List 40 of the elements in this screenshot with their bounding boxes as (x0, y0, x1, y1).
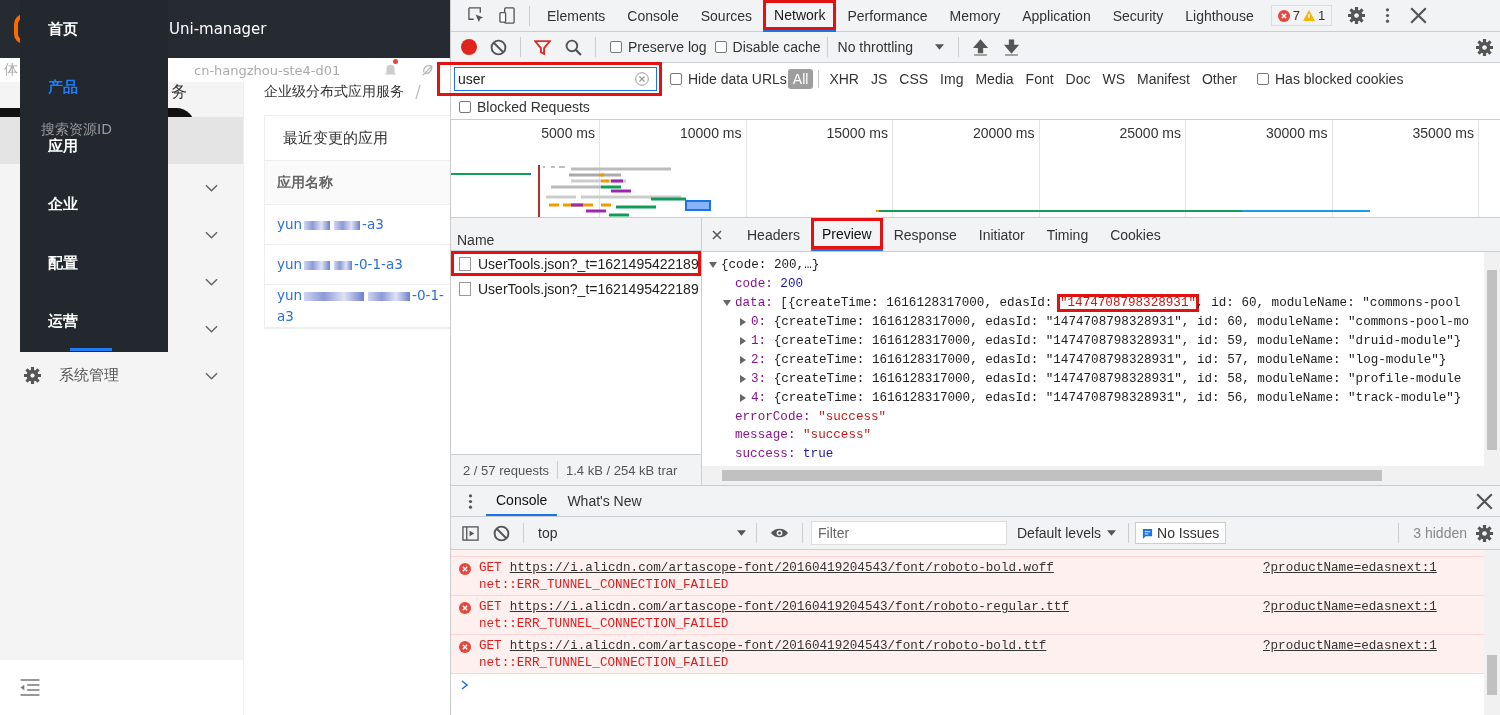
hidden-count: 3 hidden (1413, 525, 1467, 541)
time-tick-label: 15000 ms (826, 125, 888, 141)
json-property: success: true (735, 447, 834, 462)
time-tick-label: 10000 ms (680, 125, 742, 141)
request-method: GET (479, 560, 502, 577)
card-title: 最近变更的应用 (283, 128, 388, 148)
json-property: errorCode: "success" (735, 409, 887, 424)
app-title: Uni-manager (169, 20, 267, 38)
checkbox-label: Blocked Requests (477, 99, 590, 115)
request-method: GET (479, 599, 502, 616)
error-text: net::ERR_TUNNEL_CONNECTION_FAILED (479, 616, 729, 633)
time-tick-label: 30000 ms (1266, 125, 1328, 141)
error-text: net::ERR_TUNNEL_CONNECTION_FAILED (479, 577, 729, 594)
json-array-preview: [{createTime: 1616128317000, edasId: (780, 296, 1054, 311)
summary-text: 1.4 kB / 254 kB trar (566, 462, 678, 478)
checkbox-label: Has blocked cookies (1275, 71, 1404, 87)
column-header: 应用名称 (277, 173, 333, 192)
json-array-item: 3: {createTime: 1616128317000, edasId: "1474708798328931", id: 58, moduleName: "profile-module (751, 371, 1462, 386)
request-method: GET (479, 638, 502, 655)
checkbox-label: Disable cache (732, 39, 821, 55)
time-tick-label: 25000 ms (1119, 125, 1181, 141)
json-array-preview: , id: 60, moduleName: "commons-pool (1196, 296, 1461, 311)
truncated-label: 体 (4, 61, 18, 79)
json-object-preview: {code: 200,…} (721, 258, 820, 273)
json-array-item: 0: {createTime: 1616128317000, edasId: "1474708798328931", id: 60, moduleName: "commons-pool-mo (751, 315, 1469, 330)
error-text: net::ERR_TUNNEL_CONNECTION_FAILED (479, 655, 729, 672)
json-key: data: (735, 296, 773, 311)
json-array-item: 4: {createTime: 1616128317000, edasId: "1474708798328931", id: 56, moduleName: "track-module"} (751, 390, 1462, 405)
truncated-label: 务 (171, 82, 187, 101)
summary-text: 2 / 57 requests (463, 462, 549, 478)
time-tick-label: 20000 ms (973, 125, 1035, 141)
checkbox-label: Preserve log (628, 39, 707, 55)
checkbox-label: Hide data URLs (688, 71, 787, 87)
time-tick-label: 35000 ms (1412, 125, 1474, 141)
json-property: message: "success" (735, 428, 872, 443)
time-tick-label: 5000 ms (541, 125, 595, 141)
json-array-item: 1: {createTime: 1616128317000, edasId: "1474708798328931", id: 59, moduleName: "druid-module"} (751, 334, 1462, 348)
column-header: Name (457, 232, 495, 248)
json-array-item: 2: {createTime: 1616128317000, edasId: "1474708798328931", id: 57, moduleName: "log-module"} (751, 352, 1447, 367)
json-property: code: 200 (735, 277, 804, 292)
